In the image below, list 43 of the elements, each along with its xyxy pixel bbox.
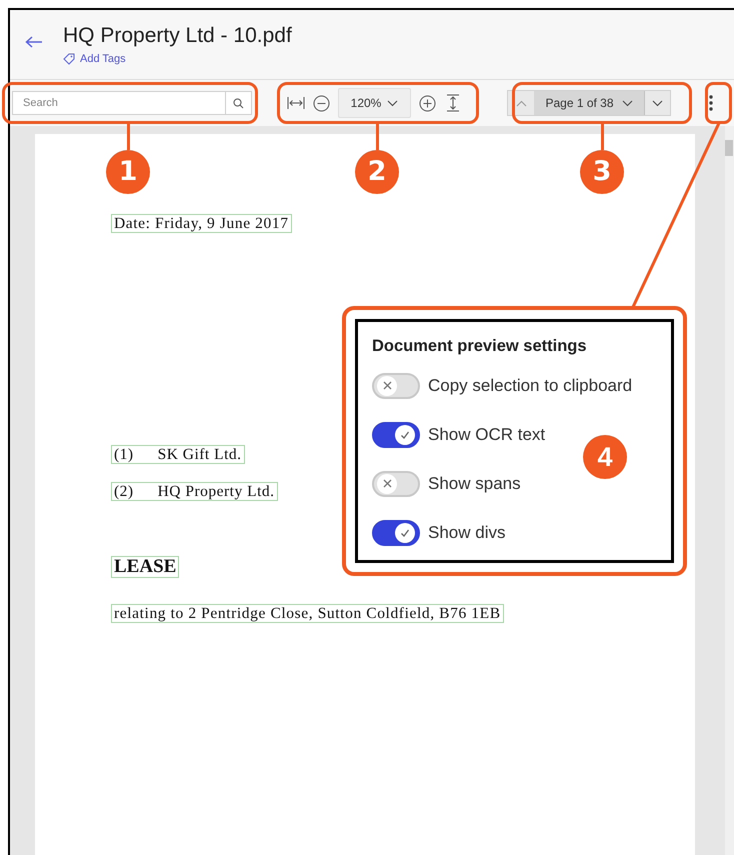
chevron-down-icon <box>622 100 633 106</box>
document-text: relating to 2 Pentridge Close, Sutton Coldfield, B76 1EB <box>111 604 504 623</box>
next-page-button[interactable] <box>644 91 670 115</box>
document-text: Date: Friday, 9 June 2017 <box>111 214 292 233</box>
chevron-down-icon <box>387 100 398 106</box>
leader-line <box>376 124 379 150</box>
chevron-down-icon <box>652 100 663 106</box>
fit-width-icon <box>287 96 305 110</box>
fit-height-icon <box>446 94 460 112</box>
plus-circle-icon <box>418 94 436 112</box>
page-dropdown[interactable]: Page 1 of 38 <box>534 91 644 115</box>
zoom-dropdown[interactable]: 120% <box>338 88 411 118</box>
party-name: SK Gift Ltd. <box>158 446 242 463</box>
setting-label: Show spans <box>428 473 521 495</box>
x-icon <box>382 479 392 488</box>
party-number: (2) <box>114 483 134 500</box>
party-name: HQ Property Ltd. <box>158 483 274 500</box>
search-button[interactable] <box>226 91 252 115</box>
leader-line <box>601 124 604 150</box>
document-title: HQ Property Ltd - 10.pdf <box>63 23 292 49</box>
setting-label: Copy selection to clipboard <box>428 375 632 397</box>
callout-outline <box>705 82 732 124</box>
minus-circle-icon <box>312 94 330 112</box>
check-icon <box>400 430 410 440</box>
callout-number: 4 <box>583 435 627 479</box>
search-icon <box>233 98 244 108</box>
back-arrow-icon <box>25 36 43 48</box>
toggle-switch[interactable] <box>372 422 420 448</box>
more-options-icon <box>709 95 713 111</box>
toggle-switch[interactable] <box>372 520 420 546</box>
setting-label: Show OCR text <box>428 424 546 446</box>
leader-line <box>127 124 130 150</box>
add-tags-button[interactable]: Add Tags <box>63 51 292 68</box>
document-heading: LEASE <box>111 556 180 578</box>
scrollbar-thumb[interactable] <box>725 140 733 156</box>
tag-icon <box>63 53 75 66</box>
check-icon <box>400 528 410 538</box>
search-field[interactable]: Search <box>12 91 226 115</box>
chevron-up-icon <box>516 100 526 106</box>
popup-title: Document preview settings <box>372 336 588 357</box>
setting-label: Show divs <box>428 522 506 544</box>
x-icon <box>382 381 392 390</box>
party-number: (1) <box>114 446 134 463</box>
